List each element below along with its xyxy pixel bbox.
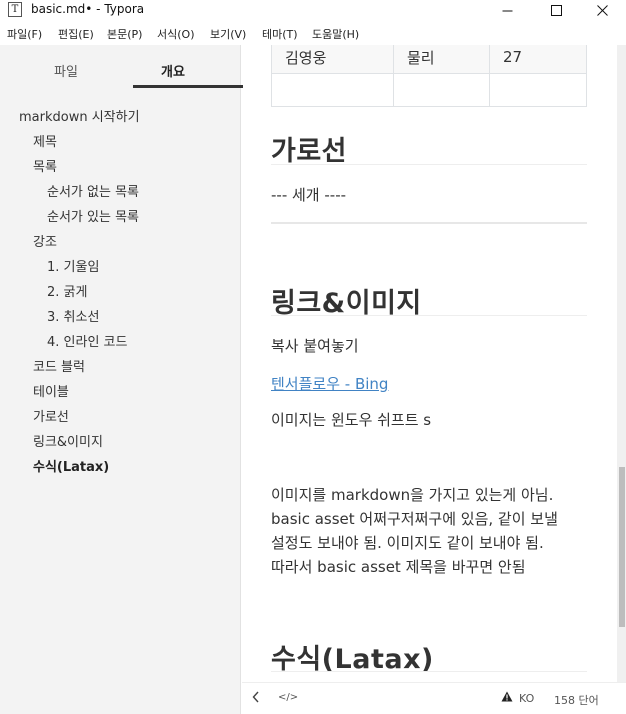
maximize-icon	[550, 4, 562, 16]
source-code-mode-button[interactable]: </>	[278, 692, 298, 703]
title-bar: T basic.md• - Typora	[0, 0, 626, 20]
sidebar: 파일 개요 markdown 시작하기 제목 목록 순서가 없는 목록 순서가 …	[0, 45, 243, 714]
spellcheck-button[interactable]	[501, 691, 513, 705]
horizontal-rule	[271, 222, 587, 224]
minimize-icon	[502, 10, 512, 11]
close-icon	[596, 4, 608, 16]
outline-item[interactable]: 가로선	[33, 406, 69, 425]
table-cell[interactable]: 물리	[393, 45, 490, 74]
toggle-sidebar-button[interactable]	[252, 691, 260, 706]
heading-underline	[271, 671, 587, 672]
close-button[interactable]	[580, 0, 624, 20]
menu-paragraph[interactable]: 본문(P)	[107, 26, 142, 42]
menu-theme[interactable]: 테마(T)	[262, 26, 298, 42]
active-tab-indicator	[133, 85, 243, 88]
markdown-table[interactable]: 김영웅 물리 27	[271, 45, 587, 107]
outline-item-active[interactable]: 수식(Latax)	[33, 456, 109, 475]
paragraph-line: basic asset 어쩌구저쩌구에 있음, 같이 보낼	[271, 510, 558, 528]
table-cell[interactable]: 27	[489, 45, 587, 74]
window-title: basic.md• - Typora	[31, 2, 145, 16]
menu-view[interactable]: 보기(V)	[210, 26, 246, 42]
editor-content[interactable]: 김영웅 물리 27 가로선 --- 세개 ---- 링크&이미지 복사 붙여놓기…	[242, 45, 617, 682]
paragraph[interactable]: 이미지를 markdown을 가지고 있는게 아님. basic asset 어…	[271, 483, 591, 579]
outline-item[interactable]: 순서가 있는 목록	[47, 206, 139, 225]
table-row	[271, 73, 587, 107]
copy-paste-text[interactable]: 복사 붙여놓기	[271, 335, 359, 356]
menu-help[interactable]: 도움말(H)	[312, 26, 359, 42]
table-cell[interactable]: 김영웅	[271, 45, 394, 74]
status-bar: </> KO 158 단어	[242, 682, 626, 714]
maximize-button[interactable]	[534, 0, 578, 20]
vertical-scrollbar[interactable]	[617, 45, 626, 682]
scrollbar-thumb[interactable]	[619, 467, 625, 627]
heading-underline	[271, 164, 587, 165]
table-cell[interactable]	[393, 73, 490, 107]
menu-edit[interactable]: 편집(E)	[58, 26, 94, 42]
tab-files[interactable]: 파일	[54, 61, 78, 80]
image-tip-text[interactable]: 이미지는 윈도우 쉬프트 s	[271, 409, 431, 430]
outline-item[interactable]: 코드 블럭	[33, 356, 85, 375]
menu-bar: 파일(F) 편집(E) 본문(P) 서식(O) 보기(V) 테마(T) 도움말(…	[0, 22, 626, 44]
table-row: 김영웅 물리 27	[271, 45, 587, 74]
outline-item[interactable]: 제목	[33, 131, 57, 150]
table-cell[interactable]	[489, 73, 587, 107]
paragraph-line: 따라서 basic asset 제목을 바꾸면 안됨	[271, 558, 526, 576]
bing-link[interactable]: 텐서플로우 - Bing	[271, 375, 388, 393]
hr-text[interactable]: --- 세개 ----	[271, 184, 346, 205]
paragraph-line: 이미지를 markdown을 가지고 있는게 아님.	[271, 486, 554, 504]
link-paragraph[interactable]: 텐서플로우 - Bing	[271, 373, 388, 394]
menu-file[interactable]: 파일(F)	[7, 26, 42, 42]
language-indicator[interactable]: KO	[519, 692, 534, 705]
heading-underline	[271, 315, 587, 316]
outline-item[interactable]: 강조	[33, 231, 57, 250]
paragraph-line: 설정도 보내야 됨. 이미지도 같이 보내야 됨.	[271, 534, 544, 552]
outline-item[interactable]: markdown 시작하기	[19, 106, 140, 125]
warning-icon	[501, 691, 513, 702]
typora-app-icon: T	[8, 2, 22, 17]
menu-format[interactable]: 서식(O)	[157, 26, 194, 42]
outline-item[interactable]: 4. 인라인 코드	[47, 331, 127, 350]
minimize-button[interactable]	[485, 0, 529, 20]
tab-outline[interactable]: 개요	[161, 61, 185, 80]
outline-item[interactable]: 3. 취소선	[47, 306, 99, 325]
outline-item[interactable]: 1. 기울임	[47, 256, 99, 275]
outline-item[interactable]: 목록	[33, 156, 57, 175]
outline-item[interactable]: 테이블	[33, 381, 69, 400]
table-cell[interactable]	[271, 73, 394, 107]
heading-horizontal-rule[interactable]: 가로선	[271, 129, 347, 168]
outline-item[interactable]: 2. 굵게	[47, 281, 87, 300]
outline-item[interactable]: 링크&이미지	[33, 431, 103, 450]
outline-item[interactable]: 순서가 없는 목록	[47, 181, 139, 200]
chevron-left-icon	[252, 691, 259, 703]
word-count[interactable]: 158 단어	[554, 692, 599, 708]
